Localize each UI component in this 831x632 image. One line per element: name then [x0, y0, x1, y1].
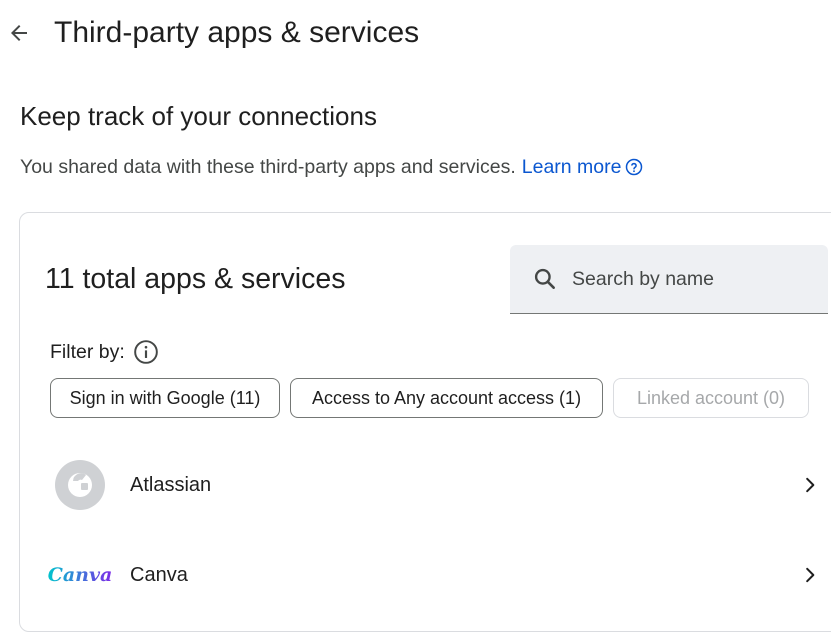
filter-chip-sign-in-with-google[interactable]: Sign in with Google (11) — [50, 378, 280, 418]
chevron-right-icon — [800, 475, 820, 495]
help-circle-icon[interactable] — [625, 158, 643, 176]
search-field[interactable] — [510, 245, 828, 314]
app-name: Atlassian — [130, 473, 212, 496]
page-title: Third-party apps & services — [54, 16, 420, 49]
atlassian-logo — [54, 459, 106, 511]
app-row-canva[interactable]: Canva Canva — [20, 530, 831, 620]
filter-chip-linked-account: Linked account (0) — [613, 378, 809, 418]
description-text: You shared data with these third-party a… — [20, 156, 516, 178]
filter-row: Filter by: — [50, 338, 159, 366]
total-apps-count: 11 total apps & services — [45, 263, 346, 295]
app-row-atlassian[interactable]: Atlassian — [20, 440, 831, 530]
search-icon — [532, 266, 558, 292]
filter-chip-any-account-access[interactable]: Access to Any account access (1) — [290, 378, 603, 418]
filter-label: Filter by: — [50, 341, 125, 363]
chip-label: Sign in with Google (11) — [69, 387, 261, 408]
chip-label: Access to Any account access (1) — [311, 387, 582, 408]
chip-label: Linked account (0) — [636, 387, 786, 408]
intro-description: You shared data with these third-party a… — [20, 154, 643, 180]
canva-logo: Canva — [48, 549, 113, 601]
app-name: Canva — [130, 563, 188, 586]
chevron-right-icon — [800, 565, 820, 585]
arrow-left-icon — [11, 25, 27, 41]
info-icon[interactable] — [133, 339, 159, 365]
search-input[interactable] — [570, 266, 814, 292]
section-heading: Keep track of your connections — [20, 101, 377, 131]
back-button[interactable] — [4, 18, 34, 48]
canva-logo-text: Canva — [47, 564, 113, 586]
learn-more-link[interactable]: Learn more — [522, 154, 622, 180]
